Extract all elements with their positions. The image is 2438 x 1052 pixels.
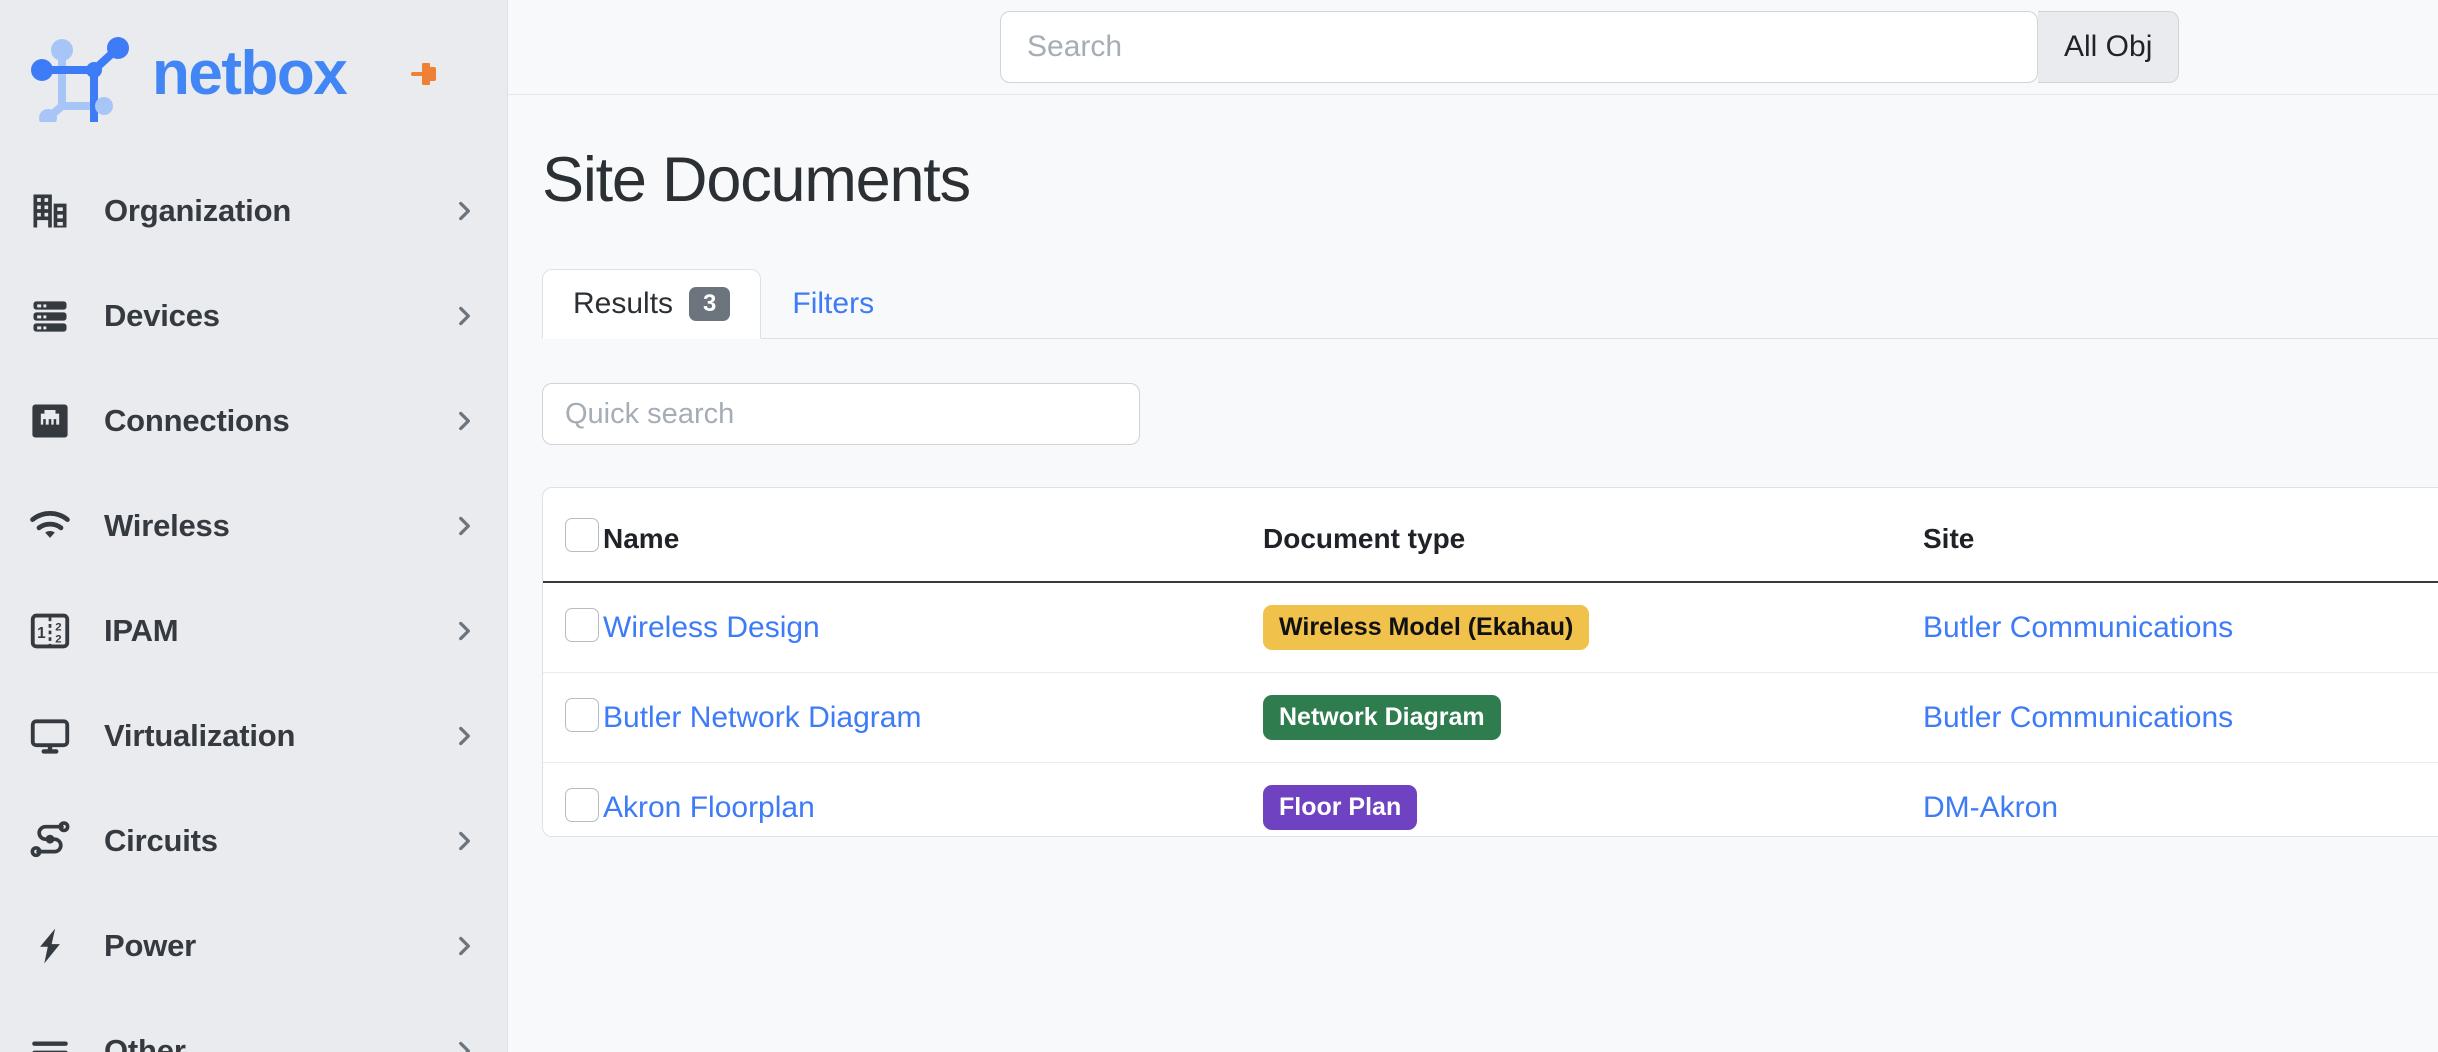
results-table-card: Name Document type Site Wireless Design [542,487,2438,838]
column-header-name[interactable]: Name [603,488,1263,584]
row-checkbox[interactable] [565,608,599,643]
row-checkbox[interactable] [565,698,599,733]
sidebar-item-organization[interactable]: Organization [0,158,507,263]
document-name-link[interactable]: Akron Floorplan [603,791,815,824]
documents-table: Name Document type Site Wireless Design [543,488,2438,837]
select-all-checkbox[interactable] [565,518,599,553]
sidebar-item-label: IPAM [104,612,179,648]
tab-results-label: Results [573,287,674,321]
sidebar-item-connections[interactable]: Connections [0,368,507,473]
row-site-cell: Butler Communications [1923,582,2438,674]
tab-filters-label: Filters [792,287,875,321]
row-document-type-cell: Floor Plan [1263,762,1923,837]
sidebar-item-label: Circuits [104,822,218,858]
pin-sidebar-icon[interactable] [404,53,446,95]
site-link[interactable]: DM-Akron [1923,791,2058,824]
sidebar-item-label: Organization [104,192,292,228]
table-head: Name Document type Site [543,488,2438,584]
document-name-link[interactable]: Butler Network Diagram [603,701,921,734]
search-placeholder-text: Search [1027,30,1123,63]
chevron-right-icon [451,198,477,224]
column-header-site[interactable]: Site [1923,488,2438,584]
chevron-right-icon [451,1038,477,1052]
top-bar: Search All Obj [508,0,2438,95]
row-document-type-cell: Wireless Model (Ekahau) [1263,582,1923,674]
chevron-right-icon [451,828,477,854]
site-link[interactable]: Butler Communications [1923,701,2233,734]
row-name-cell: Butler Network Diagram [603,672,1263,764]
sidebar-item-circuits[interactable]: Circuits [0,788,507,893]
row-document-type-cell: Network Diagram [1263,672,1923,764]
row-checkbox[interactable] [565,788,599,823]
row-select-cell [543,582,603,674]
table-row: Butler Network Diagram Network Diagram B… [543,672,2438,764]
sidebar-item-wireless[interactable]: Wireless [0,473,507,578]
main-content: Search All Obj Site Documents Results 3 … [508,0,2438,1052]
select-all-header [543,488,603,584]
sidebar-item-label: Other [104,1032,186,1052]
chevron-right-icon [451,303,477,329]
tab-filters[interactable]: Filters [761,269,905,339]
object-scope-select[interactable]: All Obj [2038,11,2180,83]
chevron-right-icon [451,513,477,539]
sidebar-nav: Organization Devices Connections Wireles… [0,148,507,1052]
chevron-right-icon [451,933,477,959]
sidebar-item-label: Power [104,927,197,963]
table-body: Wireless Design Wireless Model (Ekahau) … [543,582,2438,837]
svg-text:2: 2 [55,633,61,645]
sidebar-item-label: Connections [104,402,290,438]
brand-name[interactable]: netbox [152,43,348,105]
sidebar: netbox Organization Devices Connections … [0,0,508,1052]
chevron-right-icon [451,618,477,644]
row-site-cell: Butler Communications [1923,672,2438,764]
lightning-bolt-icon [22,924,78,968]
sidebar-item-label: Virtualization [104,717,296,753]
tab-bar: Results 3 Filters [542,269,2438,340]
svg-text:1: 1 [37,624,46,641]
sidebar-item-other[interactable]: Other [0,998,507,1052]
page-body: Site Documents Results 3 Filters Quick s… [508,95,2438,1052]
ethernet-port-icon [22,399,78,443]
wifi-icon [22,504,78,548]
quick-search-input[interactable]: Quick search [542,383,1140,446]
row-select-cell [543,672,603,764]
document-name-link[interactable]: Wireless Design [603,611,820,644]
sidebar-item-ipam[interactable]: 1 2 2 IPAM [0,578,507,683]
sidebar-item-label: Wireless [104,507,230,543]
sidebar-item-virtualization[interactable]: Virtualization [0,683,507,788]
global-search-input[interactable]: Search [1000,11,2038,83]
sidebar-item-power[interactable]: Power [0,893,507,998]
lines-icon [22,1029,78,1052]
table-row: Akron Floorplan Floor Plan DM-Akron [543,762,2438,837]
svg-text:2: 2 [55,621,61,633]
table-header-row: Name Document type Site [543,488,2438,584]
tab-results[interactable]: Results 3 [542,269,762,340]
quick-search-placeholder-text: Quick search [565,397,735,430]
sidebar-header: netbox [0,0,507,148]
chevron-right-icon [451,723,477,749]
page-title: Site Documents [542,145,971,215]
row-site-cell: DM-Akron [1923,762,2438,837]
numbers-box-icon: 1 2 2 [22,609,78,653]
sidebar-item-devices[interactable]: Devices [0,263,507,368]
row-name-cell: Akron Floorplan [603,762,1263,837]
chevron-right-icon [451,408,477,434]
netbox-logo-icon[interactable] [28,26,136,127]
document-type-badge[interactable]: Wireless Model (Ekahau) [1263,605,1590,651]
document-type-badge[interactable]: Floor Plan [1263,785,1418,831]
column-header-document-type[interactable]: Document type [1263,488,1923,584]
sidebar-item-label: Devices [104,297,220,333]
row-select-cell [543,762,603,837]
site-link[interactable]: Butler Communications [1923,611,2233,644]
building-icon [22,189,78,233]
monitor-icon [22,714,78,758]
table-row: Wireless Design Wireless Model (Ekahau) … [543,582,2438,674]
circuit-nodes-icon [22,819,78,863]
results-count-badge: 3 [689,287,731,322]
document-type-badge[interactable]: Network Diagram [1263,695,1501,741]
row-name-cell: Wireless Design [603,582,1263,674]
server-rack-icon [22,294,78,338]
